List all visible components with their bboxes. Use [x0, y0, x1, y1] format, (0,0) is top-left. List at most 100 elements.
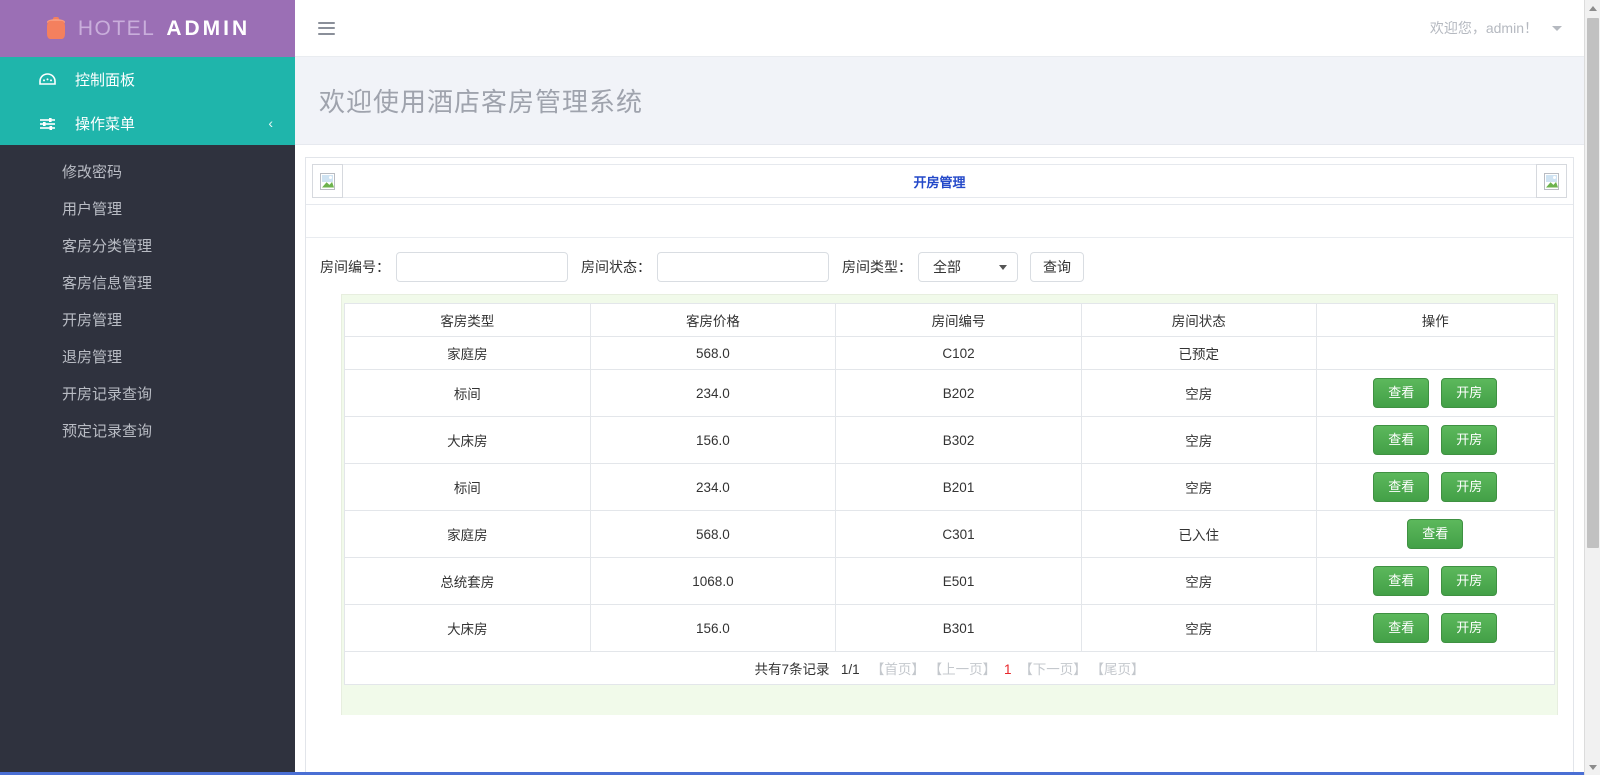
- checkin-button[interactable]: 开房: [1441, 425, 1498, 455]
- cell-room-no: B201: [835, 463, 1082, 511]
- sidebar-item-reservation-records[interactable]: 预定记录查询: [0, 412, 295, 449]
- brand-logo[interactable]: HOTEL ADMIN: [0, 0, 295, 57]
- pagination-last[interactable]: 【尾页】: [1090, 662, 1144, 677]
- col-header-room-status: 房间状态: [1080, 303, 1317, 337]
- panel-spacer: [306, 205, 1573, 238]
- table-head: 客房类型 客房价格 房间编号 房间状态 操作: [344, 303, 1556, 337]
- cell-room-price: 156.0: [589, 416, 837, 464]
- page-scrollbar[interactable]: [1584, 0, 1600, 775]
- filter-bar: 房间编号： 房间状态： 房间类型： 全部 查询: [306, 238, 1573, 294]
- room-status-input[interactable]: [657, 252, 829, 282]
- sidebar-item-label: 预定记录查询: [62, 423, 153, 440]
- paint-bucket-icon: [45, 16, 67, 41]
- checkin-button[interactable]: 开房: [1441, 378, 1498, 408]
- broken-image-left[interactable]: [312, 164, 343, 198]
- sidebar-item-room-category-management[interactable]: 客房分类管理: [0, 227, 295, 264]
- content-wrapper: 开房管理 房间编号： 房间状态： 房间类型： 全部 查询 客房类型 客房价格 房…: [295, 145, 1584, 775]
- chevron-left-icon[interactable]: ‹: [268, 115, 273, 131]
- cell-actions: 查看: [1315, 510, 1556, 558]
- pagination-prev[interactable]: 【上一页】: [929, 662, 997, 677]
- cell-room-type: 大床房: [344, 604, 591, 652]
- checkin-button[interactable]: 开房: [1441, 472, 1498, 502]
- pagination-total: 共有7条记录: [754, 662, 830, 677]
- cell-room-no: B202: [835, 369, 1082, 417]
- view-button[interactable]: 查看: [1373, 472, 1430, 502]
- broken-image-icon: [1544, 172, 1559, 190]
- app-root: HOTEL ADMIN 控制面板 操作菜单 ‹ 修改密码 用户管理 客房分类管理…: [0, 0, 1600, 775]
- checkin-button[interactable]: 开房: [1441, 566, 1498, 596]
- sidebar-item-operations-menu[interactable]: 操作菜单 ‹: [0, 101, 295, 145]
- col-header-room-price: 客房价格: [589, 303, 837, 337]
- table-row: 标间 234.0 B201 空房 查看 开房: [344, 463, 1556, 511]
- pagination-next[interactable]: 【下一页】: [1019, 662, 1087, 677]
- search-button[interactable]: 查询: [1030, 252, 1084, 282]
- scrollbar-thumb[interactable]: [1587, 18, 1599, 548]
- panel-tail: [306, 715, 1573, 775]
- cell-room-status: 空房: [1080, 463, 1317, 511]
- pagination-first[interactable]: 【首页】: [871, 662, 925, 677]
- cell-room-price: 234.0: [589, 369, 837, 417]
- brand-text-primary: HOTEL: [77, 16, 156, 40]
- cell-actions: [1315, 336, 1556, 370]
- room-no-input[interactable]: [396, 252, 568, 282]
- sidebar-item-user-management[interactable]: 用户管理: [0, 190, 295, 227]
- room-no-label: 房间编号：: [320, 259, 390, 275]
- broken-image-icon: [320, 172, 335, 190]
- brand-text-secondary: ADMIN: [166, 16, 251, 40]
- cell-room-type: 家庭房: [344, 336, 591, 370]
- scroll-down-icon[interactable]: [1585, 759, 1600, 775]
- table-row: 大床房 156.0 B301 空房 查看 开房: [344, 604, 1556, 652]
- user-menu[interactable]: 欢迎您，admin！: [1430, 18, 1562, 38]
- welcome-label: 欢迎您，admin！: [1429, 20, 1538, 36]
- table-row: 标间 234.0 B202 空房 查看 开房: [344, 369, 1556, 417]
- view-button[interactable]: 查看: [1373, 613, 1430, 643]
- sliders-icon: [39, 117, 63, 130]
- checkin-button[interactable]: 开房: [1441, 613, 1498, 643]
- room-type-selected-value: 全部: [933, 259, 961, 275]
- sidebar-item-label: 用户管理: [62, 201, 123, 218]
- cell-actions: 查看 开房: [1315, 463, 1556, 511]
- room-type-select[interactable]: 全部: [918, 252, 1018, 282]
- view-button[interactable]: 查看: [1407, 519, 1464, 549]
- col-header-actions: 操作: [1315, 303, 1556, 337]
- cell-room-type: 总统套房: [344, 557, 591, 605]
- table-row: 家庭房 568.0 C301 已入住 查看: [344, 510, 1556, 558]
- cell-room-price: 234.0: [589, 463, 837, 511]
- sidebar-item-room-info-management[interactable]: 客房信息管理: [0, 264, 295, 301]
- cell-actions: 查看 开房: [1315, 369, 1556, 417]
- topbar: 欢迎您，admin！: [295, 0, 1584, 57]
- sidebar-item-checkin-management[interactable]: 开房管理: [0, 301, 295, 338]
- col-header-room-no: 房间编号: [835, 303, 1082, 337]
- cell-room-no: B302: [835, 416, 1082, 464]
- sidebar-item-checkin-records[interactable]: 开房记录查询: [0, 375, 295, 412]
- pagination-current-page[interactable]: 1: [1004, 662, 1012, 677]
- cell-room-type: 标间: [344, 369, 591, 417]
- broken-image-right[interactable]: [1536, 164, 1567, 198]
- sidebar-item-change-password[interactable]: 修改密码: [0, 153, 295, 190]
- sidebar-item-label: 修改密码: [62, 164, 123, 181]
- cell-room-price: 156.0: [589, 604, 837, 652]
- cell-room-status: 空房: [1080, 416, 1317, 464]
- main-area: 欢迎您，admin！ 欢迎使用酒店客房管理系统 开房管理 房间编号： 房间状态：…: [295, 0, 1584, 775]
- cell-room-status: 空房: [1080, 604, 1317, 652]
- view-button[interactable]: 查看: [1373, 425, 1430, 455]
- room-type-label: 房间类型：: [842, 259, 912, 275]
- sidebar-submenu: 修改密码 用户管理 客房分类管理 客房信息管理 开房管理 退房管理 开房记录查询…: [0, 145, 295, 449]
- col-header-room-type: 客房类型: [344, 303, 591, 337]
- sidebar-item-label: 操作菜单: [75, 115, 136, 133]
- table-header-row: 客房类型 客房价格 房间编号 房间状态 操作: [344, 303, 1556, 337]
- hamburger-icon[interactable]: [318, 21, 335, 35]
- view-button[interactable]: 查看: [1373, 378, 1430, 408]
- chevron-down-icon[interactable]: [1552, 25, 1562, 31]
- panel-title: 开房管理: [343, 164, 1536, 198]
- scroll-up-icon[interactable]: [1585, 0, 1600, 16]
- content-panel: 开房管理 房间编号： 房间状态： 房间类型： 全部 查询 客房类型 客房价格 房…: [305, 157, 1574, 775]
- view-button[interactable]: 查看: [1373, 566, 1430, 596]
- table-row: 大床房 156.0 B302 空房 查看 开房: [344, 416, 1556, 464]
- sidebar-item-dashboard[interactable]: 控制面板: [0, 57, 295, 101]
- sidebar-item-label: 客房信息管理: [62, 275, 153, 292]
- sidebar-item-checkout-management[interactable]: 退房管理: [0, 338, 295, 375]
- rooms-table: 客房类型 客房价格 房间编号 房间状态 操作 家庭房 568.0 C102 已预…: [344, 303, 1556, 685]
- table-zone: 客房类型 客房价格 房间编号 房间状态 操作 家庭房 568.0 C102 已预…: [341, 294, 1558, 715]
- cell-actions: 查看 开房: [1315, 604, 1556, 652]
